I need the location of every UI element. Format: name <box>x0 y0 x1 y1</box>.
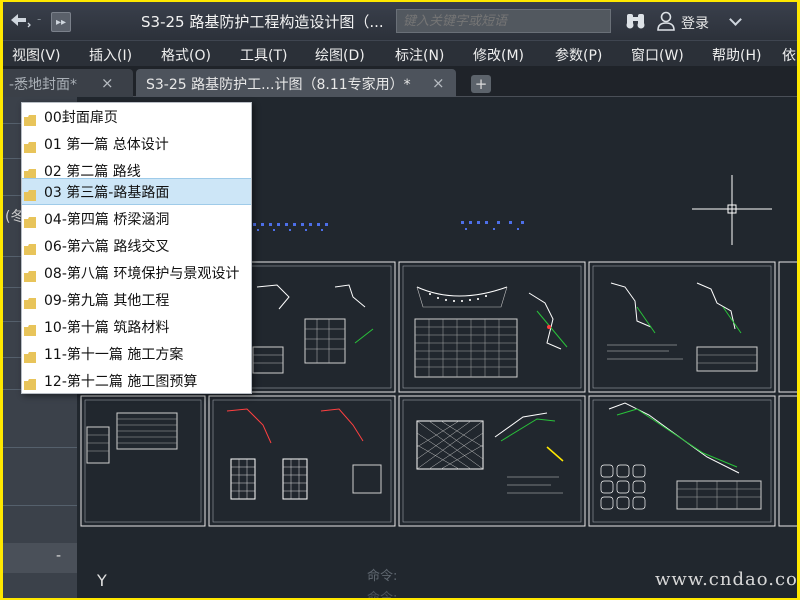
sheet <box>398 261 586 393</box>
binoculars-icon[interactable] <box>625 12 647 30</box>
dropdown-item[interactable]: 00封面扉页 <box>22 103 251 130</box>
close-icon[interactable]: × <box>101 74 114 92</box>
undo-icon[interactable] <box>7 10 31 32</box>
crosshair-cursor-icon <box>692 175 772 245</box>
dropdown-item-selected[interactable]: 03 第三篇-路基路面 <box>22 178 251 205</box>
document-title: S3-25 路基防护工程构造设计图（... <box>141 13 384 31</box>
dropdown-item-label: 06-第六篇 路线交叉 <box>44 239 170 255</box>
folder-icon <box>24 138 36 153</box>
dropdown-item[interactable]: 08-第八篇 环境保护与景观设计 <box>22 259 251 286</box>
sheet <box>588 395 776 527</box>
dropdown-item-label: 08-第八篇 环境保护与景观设计 <box>44 266 240 282</box>
folder-icon <box>24 321 36 336</box>
dropdown-item-label: 03 第三篇-路基路面 <box>44 185 170 201</box>
menu-draw[interactable]: 绘图(D) <box>315 45 365 65</box>
folder-icon <box>24 267 36 282</box>
new-tab-button[interactable]: + <box>471 75 491 93</box>
sheet <box>80 395 206 527</box>
sheet <box>778 261 797 393</box>
dropdown-item-label: 01 第一篇 总体设计 <box>44 137 169 153</box>
folder-dropdown-list[interactable]: 00封面扉页 01 第一篇 总体设计 02 第二篇 路线 03 第三篇-路基路面… <box>21 102 252 394</box>
dropdown-item-label: 11-第十一篇 施工方案 <box>44 347 184 363</box>
file-tab-active[interactable]: S3-25 路基防护工...计图（8.11专家用）* × <box>136 69 456 97</box>
menu-dimension[interactable]: 标注(N) <box>395 45 444 65</box>
dropdown-item-label: 04-第四篇 桥梁涵洞 <box>44 212 170 228</box>
file-tab-bar: -悉地封面* × S3-25 路基防护工...计图（8.11专家用）* × + <box>3 66 797 97</box>
quick-access-separator-icon: - <box>37 12 42 26</box>
panel-header[interactable]: - <box>3 543 77 573</box>
quick-access-more-icon[interactable]: ▸▸ <box>51 12 71 32</box>
menu-modify[interactable]: 修改(M) <box>473 45 524 65</box>
sheet <box>398 395 586 527</box>
dropdown-item[interactable]: 01 第一篇 总体设计 <box>22 130 251 157</box>
menu-window[interactable]: 窗口(W) <box>631 45 684 65</box>
dropdown-item-label: 12-第十二篇 施工图预算 <box>44 374 198 390</box>
menu-overflow[interactable]: 依 <box>782 45 796 65</box>
dropdown-item-label: 00封面扉页 <box>44 110 118 126</box>
menu-view[interactable]: 视图(V) <box>12 45 61 65</box>
folder-icon <box>24 348 36 363</box>
sheet <box>588 261 776 393</box>
menu-help[interactable]: 帮助(H) <box>712 45 761 65</box>
ucs-y-axis-label: Y <box>97 571 107 590</box>
app-window: - ▸▸ S3-25 路基防护工程构造设计图（... 登录 视图(V) 插入(I… <box>3 2 797 598</box>
dropdown-item[interactable]: 12-第十二篇 施工图预算 <box>22 367 251 394</box>
panel-divider <box>3 447 77 448</box>
dropdown-item[interactable]: 10-第十篇 筑路材料 <box>22 313 251 340</box>
panel-divider <box>3 505 77 506</box>
file-tab[interactable]: -悉地封面* × <box>3 69 133 97</box>
menu-insert[interactable]: 插入(I) <box>89 45 132 65</box>
sheet <box>208 395 396 527</box>
title-bar: - ▸▸ S3-25 路基防护工程构造设计图（... 登录 <box>3 2 797 40</box>
file-tab-label: -悉地封面* <box>9 77 78 93</box>
menu-tools[interactable]: 工具(T) <box>240 45 287 65</box>
menu-parameter[interactable]: 参数(P) <box>555 45 602 65</box>
menu-bar: 视图(V) 插入(I) 格式(O) 工具(T) 绘图(D) 标注(N) 修改(M… <box>3 40 797 66</box>
menu-format[interactable]: 格式(O) <box>161 45 211 65</box>
collapse-button[interactable]: - <box>56 548 61 564</box>
folder-icon <box>24 294 36 309</box>
chevron-down-icon[interactable] <box>729 13 742 26</box>
folder-icon <box>24 111 36 126</box>
dropdown-item-label: 10-第十篇 筑路材料 <box>44 320 170 336</box>
sheet <box>778 395 797 527</box>
command-line-text: 命令: <box>367 587 397 598</box>
folder-icon <box>24 186 36 201</box>
folder-icon <box>24 375 36 390</box>
user-icon[interactable] <box>657 11 675 31</box>
file-tab-label: S3-25 路基防护工...计图（8.11专家用）* <box>146 77 411 93</box>
command-line-text: 命令: <box>367 569 398 584</box>
folder-icon <box>24 165 36 180</box>
dropdown-item[interactable]: 11-第十一篇 施工方案 <box>22 340 251 367</box>
folder-icon <box>24 240 36 255</box>
login-link[interactable]: 登录 <box>681 13 709 33</box>
watermark-text: www.cndao.com <box>655 569 797 590</box>
dropdown-item[interactable]: 06-第六篇 路线交叉 <box>22 232 251 259</box>
dropdown-item[interactable]: 04-第四篇 桥梁涵洞 <box>22 205 251 232</box>
close-icon[interactable]: × <box>432 74 445 92</box>
search-input[interactable] <box>396 9 611 33</box>
dropdown-item[interactable]: 09-第九篇 其他工程 <box>22 286 251 313</box>
dropdown-item-label: 09-第九篇 其他工程 <box>44 293 170 309</box>
folder-icon <box>24 213 36 228</box>
